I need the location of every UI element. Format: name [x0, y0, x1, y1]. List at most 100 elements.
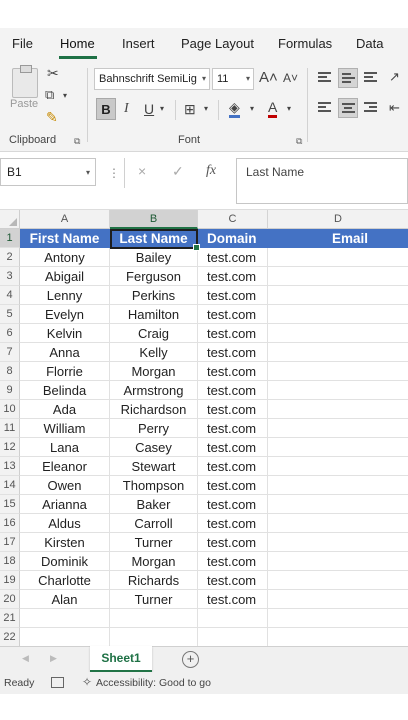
align-left-button[interactable]	[315, 98, 335, 118]
cell-last-name[interactable]: Turner	[110, 533, 198, 552]
scroll-right-icon[interactable]: ▶	[50, 653, 57, 664]
row-header[interactable]: 12	[0, 438, 20, 457]
cell[interactable]	[198, 628, 268, 646]
borders-icon[interactable]: ⊞	[184, 102, 196, 116]
cell-first-name[interactable]: William	[20, 419, 110, 438]
column-header-b[interactable]: B	[110, 210, 198, 229]
cell-first-name[interactable]: Charlotte	[20, 571, 110, 590]
cell-email[interactable]	[268, 438, 408, 457]
cell-email[interactable]	[268, 248, 408, 267]
row-header[interactable]: 2	[0, 248, 20, 267]
cell-first-name[interactable]: Antony	[20, 248, 110, 267]
column-header-a[interactable]: A	[20, 210, 110, 229]
cell-last-name[interactable]: Richards	[110, 571, 198, 590]
align-right-button[interactable]	[361, 98, 381, 118]
cell-last-name[interactable]: Turner	[110, 590, 198, 609]
tab-home[interactable]: Home	[60, 36, 95, 51]
cell[interactable]	[268, 609, 408, 628]
clipboard-launcher-icon[interactable]: ⧉	[74, 136, 80, 147]
cell-email[interactable]	[268, 324, 408, 343]
cell-last-name[interactable]: Ferguson	[110, 267, 198, 286]
cell-first-name[interactable]: Arianna	[20, 495, 110, 514]
row-header[interactable]: 18	[0, 552, 20, 571]
cell-email[interactable]	[268, 419, 408, 438]
cell-first-name[interactable]: Dominik	[20, 552, 110, 571]
cell-domain[interactable]: test.com	[198, 514, 268, 533]
cell-last-name[interactable]: Perkins	[110, 286, 198, 305]
cell-domain[interactable]: test.com	[198, 476, 268, 495]
font-color-dropdown-icon[interactable]: ▾	[287, 105, 291, 113]
cell-first-name[interactable]: Lana	[20, 438, 110, 457]
cell-domain[interactable]: test.com	[198, 457, 268, 476]
cell-email[interactable]	[268, 381, 408, 400]
cell-domain[interactable]: test.com	[198, 400, 268, 419]
cell-first-name[interactable]: Belinda	[20, 381, 110, 400]
cell-first-name[interactable]: Florrie	[20, 362, 110, 381]
row-header[interactable]: 22	[0, 628, 20, 646]
copy-icon[interactable]: ⧉	[45, 88, 54, 101]
cell[interactable]	[198, 609, 268, 628]
fill-color-icon[interactable]: ◈	[229, 100, 240, 118]
tab-insert[interactable]: Insert	[122, 36, 155, 51]
cut-icon[interactable]: ✂	[47, 66, 59, 80]
decrease-font-icon[interactable]: A˅	[283, 72, 298, 84]
cell-first-name[interactable]: Eleanor	[20, 457, 110, 476]
cell-domain[interactable]: test.com	[198, 286, 268, 305]
underline-dropdown-icon[interactable]: ▾	[160, 105, 164, 113]
cell-domain[interactable]: test.com	[198, 343, 268, 362]
cell-domain[interactable]: test.com	[198, 438, 268, 457]
font-color-icon[interactable]: A	[268, 100, 278, 118]
cell-email[interactable]	[268, 400, 408, 419]
copy-dropdown-icon[interactable]: ▾	[63, 92, 67, 100]
row-header[interactable]: 8	[0, 362, 20, 381]
borders-dropdown-icon[interactable]: ▾	[204, 105, 208, 113]
row-header[interactable]: 6	[0, 324, 20, 343]
row-header[interactable]: 1	[0, 229, 20, 248]
cell-first-name[interactable]: Abigail	[20, 267, 110, 286]
cell-domain[interactable]: test.com	[198, 267, 268, 286]
italic-button[interactable]: I	[124, 102, 129, 116]
cell-email[interactable]	[268, 533, 408, 552]
cell-domain[interactable]: test.com	[198, 533, 268, 552]
font-name-select[interactable]: Bahnschrift SemiLig ▾	[94, 68, 210, 90]
cell-last-name[interactable]: Morgan	[110, 362, 198, 381]
orientation-icon[interactable]: ↗	[389, 70, 400, 83]
cell-last-name[interactable]: Thompson	[110, 476, 198, 495]
cell-email[interactable]	[268, 514, 408, 533]
cell-email[interactable]	[268, 476, 408, 495]
cell-last-name[interactable]: Richardson	[110, 400, 198, 419]
align-bottom-button[interactable]	[361, 68, 381, 88]
cell[interactable]	[110, 628, 198, 646]
cell-email[interactable]	[268, 495, 408, 514]
cell-email[interactable]	[268, 552, 408, 571]
cell-first-name[interactable]: Alan	[20, 590, 110, 609]
cell-last-name[interactable]: Hamilton	[110, 305, 198, 324]
more-icon[interactable]: ⋮	[108, 166, 120, 180]
cell-email[interactable]	[268, 457, 408, 476]
row-header[interactable]: 16	[0, 514, 20, 533]
fill-color-dropdown-icon[interactable]: ▾	[250, 105, 254, 113]
cell-email[interactable]	[268, 571, 408, 590]
align-middle-button[interactable]	[338, 68, 358, 88]
cell-last-name[interactable]: Morgan	[110, 552, 198, 571]
cell-domain[interactable]: test.com	[198, 419, 268, 438]
column-header-d[interactable]: D	[268, 210, 408, 229]
cell-domain[interactable]: test.com	[198, 362, 268, 381]
format-painter-icon[interactable]: ✎	[46, 110, 58, 124]
header-cell-domain[interactable]: Domain	[198, 229, 268, 248]
insert-function-icon[interactable]: fx	[206, 163, 216, 179]
cell-email[interactable]	[268, 267, 408, 286]
row-header[interactable]: 17	[0, 533, 20, 552]
name-box[interactable]: B1 ▾	[0, 158, 96, 186]
tab-page-layout[interactable]: Page Layout	[181, 36, 254, 51]
font-launcher-icon[interactable]: ⧉	[296, 136, 302, 147]
cell-email[interactable]	[268, 590, 408, 609]
cell-last-name[interactable]: Perry	[110, 419, 198, 438]
cell[interactable]	[20, 609, 110, 628]
row-header[interactable]: 19	[0, 571, 20, 590]
accessibility-status[interactable]: Accessibility: Good to go	[96, 677, 211, 689]
cell-email[interactable]	[268, 305, 408, 324]
column-header-c[interactable]: C	[198, 210, 268, 229]
align-center-button[interactable]	[338, 98, 358, 118]
worksheet-grid[interactable]: A B C D 1 First Name Last Name Domain Em…	[0, 210, 408, 646]
